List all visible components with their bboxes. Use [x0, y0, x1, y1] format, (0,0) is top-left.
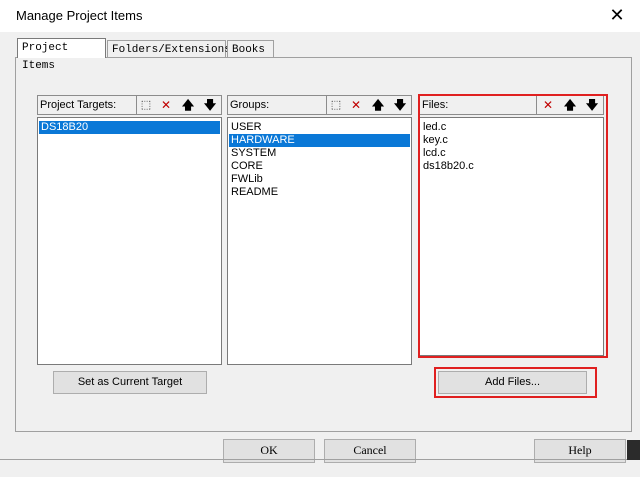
tab-project-items[interactable]: Project Items	[17, 38, 106, 72]
groups-label: Groups:	[230, 99, 270, 111]
move-up-file-icon[interactable]: 🡅	[561, 97, 579, 113]
groups-toolbar: ⬚ ✕ 🡅 🡇	[326, 96, 413, 114]
files-toolbar: ✕ 🡅 🡇	[536, 96, 605, 114]
tab-label: Folders/Extensions	[112, 44, 231, 56]
move-up-group-icon[interactable]: 🡅	[369, 97, 387, 113]
set-current-target-button[interactable]: Set as Current Target	[53, 371, 207, 394]
targets-label: Project Targets:	[40, 99, 117, 111]
delete-file-icon[interactable]: ✕	[539, 97, 557, 113]
window-title: Manage Project Items	[16, 8, 143, 23]
new-group-icon[interactable]: ⬚	[327, 97, 345, 113]
targets-list[interactable]: DS18B20	[37, 117, 222, 365]
move-down-file-icon[interactable]: 🡇	[583, 97, 601, 113]
tab-label: Books	[232, 44, 266, 56]
window-edge	[627, 440, 640, 460]
list-item[interactable]: USER	[229, 121, 410, 134]
list-item[interactable]: SYSTEM	[229, 147, 410, 160]
files-list[interactable]: led.c key.c lcd.c ds18b20.c	[419, 117, 604, 356]
list-item[interactable]: led.c	[421, 121, 602, 134]
list-item[interactable]: ds18b20.c	[421, 160, 602, 173]
tab-books[interactable]: Books	[227, 40, 274, 58]
move-up-target-icon[interactable]: 🡅	[179, 97, 197, 113]
list-item[interactable]: FWLib	[229, 173, 410, 186]
list-item[interactable]: CORE	[229, 160, 410, 173]
move-down-group-icon[interactable]: 🡇	[391, 97, 409, 113]
new-target-icon[interactable]: ⬚	[137, 97, 155, 113]
bottom-strip	[0, 467, 640, 477]
delete-group-icon[interactable]: ✕	[347, 97, 365, 113]
list-item[interactable]: DS18B20	[39, 121, 220, 134]
add-files-button[interactable]: Add Files...	[438, 371, 587, 394]
bottom-divider	[0, 459, 640, 460]
move-down-target-icon[interactable]: 🡇	[201, 97, 219, 113]
list-item[interactable]: README	[229, 186, 410, 199]
targets-header: Project Targets: ⬚ ✕ 🡅 🡇	[37, 95, 222, 115]
groups-header: Groups: ⬚ ✕ 🡅 🡇	[227, 95, 412, 115]
list-item[interactable]: HARDWARE	[229, 134, 410, 147]
delete-target-icon[interactable]: ✕	[157, 97, 175, 113]
files-header: Files: ✕ 🡅 🡇	[419, 95, 604, 115]
files-label: Files:	[422, 99, 449, 111]
targets-toolbar: ⬚ ✕ 🡅 🡇	[136, 96, 223, 114]
list-item[interactable]: key.c	[421, 134, 602, 147]
tab-folders-extensions[interactable]: Folders/Extensions	[107, 40, 231, 58]
list-item[interactable]: lcd.c	[421, 147, 602, 160]
close-icon[interactable]: ✕	[600, 2, 634, 30]
groups-list[interactable]: USER HARDWARE SYSTEM CORE FWLib README	[227, 117, 412, 365]
title-bar: Manage Project Items ✕	[0, 0, 640, 32]
